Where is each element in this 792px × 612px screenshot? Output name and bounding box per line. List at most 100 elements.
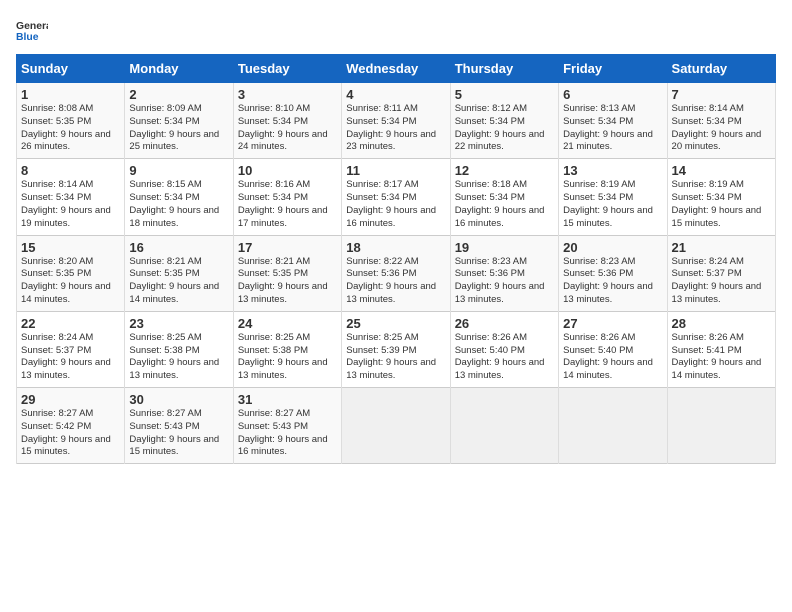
day-info: Sunrise: 8:14 AMSunset: 5:34 PMDaylight:… (21, 179, 111, 228)
day-info: Sunrise: 8:14 AMSunset: 5:34 PMDaylight:… (672, 103, 762, 152)
calendar-day-cell: 22 Sunrise: 8:24 AMSunset: 5:37 PMDaylig… (17, 311, 125, 387)
day-info: Sunrise: 8:11 AMSunset: 5:34 PMDaylight:… (346, 103, 436, 152)
day-info: Sunrise: 8:27 AMSunset: 5:43 PMDaylight:… (129, 408, 219, 457)
day-number: 7 (672, 87, 771, 102)
day-number: 18 (346, 240, 445, 255)
calendar-day-cell: 6 Sunrise: 8:13 AMSunset: 5:34 PMDayligh… (559, 83, 667, 159)
day-info: Sunrise: 8:17 AMSunset: 5:34 PMDaylight:… (346, 179, 436, 228)
calendar-day-cell: 29 Sunrise: 8:27 AMSunset: 5:42 PMDaylig… (17, 388, 125, 464)
day-number: 29 (21, 392, 120, 407)
calendar-day-cell: 8 Sunrise: 8:14 AMSunset: 5:34 PMDayligh… (17, 159, 125, 235)
calendar-day-cell: 2 Sunrise: 8:09 AMSunset: 5:34 PMDayligh… (125, 83, 233, 159)
calendar-day-cell (342, 388, 450, 464)
day-number: 11 (346, 163, 445, 178)
calendar-day-cell: 15 Sunrise: 8:20 AMSunset: 5:35 PMDaylig… (17, 235, 125, 311)
day-number: 2 (129, 87, 228, 102)
day-number: 22 (21, 316, 120, 331)
calendar-day-cell: 30 Sunrise: 8:27 AMSunset: 5:43 PMDaylig… (125, 388, 233, 464)
calendar-day-cell: 10 Sunrise: 8:16 AMSunset: 5:34 PMDaylig… (233, 159, 341, 235)
day-number: 20 (563, 240, 662, 255)
calendar-day-cell: 1 Sunrise: 8:08 AMSunset: 5:35 PMDayligh… (17, 83, 125, 159)
day-number: 1 (21, 87, 120, 102)
day-info: Sunrise: 8:27 AMSunset: 5:43 PMDaylight:… (238, 408, 328, 457)
day-info: Sunrise: 8:15 AMSunset: 5:34 PMDaylight:… (129, 179, 219, 228)
day-info: Sunrise: 8:25 AMSunset: 5:39 PMDaylight:… (346, 332, 436, 381)
day-number: 9 (129, 163, 228, 178)
day-info: Sunrise: 8:20 AMSunset: 5:35 PMDaylight:… (21, 256, 111, 305)
calendar-day-cell: 16 Sunrise: 8:21 AMSunset: 5:35 PMDaylig… (125, 235, 233, 311)
calendar-day-cell (667, 388, 775, 464)
calendar-week-row: 29 Sunrise: 8:27 AMSunset: 5:42 PMDaylig… (17, 388, 776, 464)
calendar-day-cell (559, 388, 667, 464)
day-number: 15 (21, 240, 120, 255)
day-info: Sunrise: 8:19 AMSunset: 5:34 PMDaylight:… (563, 179, 653, 228)
calendar-day-cell: 20 Sunrise: 8:23 AMSunset: 5:36 PMDaylig… (559, 235, 667, 311)
day-number: 13 (563, 163, 662, 178)
day-number: 30 (129, 392, 228, 407)
day-number: 19 (455, 240, 554, 255)
day-number: 8 (21, 163, 120, 178)
calendar-day-cell: 19 Sunrise: 8:23 AMSunset: 5:36 PMDaylig… (450, 235, 558, 311)
calendar-week-row: 22 Sunrise: 8:24 AMSunset: 5:37 PMDaylig… (17, 311, 776, 387)
calendar-day-cell: 12 Sunrise: 8:18 AMSunset: 5:34 PMDaylig… (450, 159, 558, 235)
day-info: Sunrise: 8:10 AMSunset: 5:34 PMDaylight:… (238, 103, 328, 152)
day-info: Sunrise: 8:09 AMSunset: 5:34 PMDaylight:… (129, 103, 219, 152)
day-number: 26 (455, 316, 554, 331)
calendar-day-cell: 9 Sunrise: 8:15 AMSunset: 5:34 PMDayligh… (125, 159, 233, 235)
day-info: Sunrise: 8:19 AMSunset: 5:34 PMDaylight:… (672, 179, 762, 228)
day-number: 17 (238, 240, 337, 255)
calendar-day-cell: 26 Sunrise: 8:26 AMSunset: 5:40 PMDaylig… (450, 311, 558, 387)
day-number: 21 (672, 240, 771, 255)
svg-text:Blue: Blue (16, 32, 39, 43)
calendar-day-cell: 28 Sunrise: 8:26 AMSunset: 5:41 PMDaylig… (667, 311, 775, 387)
weekday-header: Thursday (450, 55, 558, 83)
calendar-week-row: 1 Sunrise: 8:08 AMSunset: 5:35 PMDayligh… (17, 83, 776, 159)
calendar-day-cell: 4 Sunrise: 8:11 AMSunset: 5:34 PMDayligh… (342, 83, 450, 159)
logo: General Blue (16, 16, 52, 44)
day-info: Sunrise: 8:27 AMSunset: 5:42 PMDaylight:… (21, 408, 111, 457)
day-info: Sunrise: 8:21 AMSunset: 5:35 PMDaylight:… (129, 256, 219, 305)
day-info: Sunrise: 8:24 AMSunset: 5:37 PMDaylight:… (672, 256, 762, 305)
day-info: Sunrise: 8:08 AMSunset: 5:35 PMDaylight:… (21, 103, 111, 152)
calendar-week-row: 8 Sunrise: 8:14 AMSunset: 5:34 PMDayligh… (17, 159, 776, 235)
calendar-day-cell: 25 Sunrise: 8:25 AMSunset: 5:39 PMDaylig… (342, 311, 450, 387)
calendar-table: SundayMondayTuesdayWednesdayThursdayFrid… (16, 54, 776, 464)
calendar-day-cell: 21 Sunrise: 8:24 AMSunset: 5:37 PMDaylig… (667, 235, 775, 311)
calendar-week-row: 15 Sunrise: 8:20 AMSunset: 5:35 PMDaylig… (17, 235, 776, 311)
calendar-day-cell: 11 Sunrise: 8:17 AMSunset: 5:34 PMDaylig… (342, 159, 450, 235)
calendar-day-cell: 24 Sunrise: 8:25 AMSunset: 5:38 PMDaylig… (233, 311, 341, 387)
day-number: 16 (129, 240, 228, 255)
day-number: 23 (129, 316, 228, 331)
day-info: Sunrise: 8:12 AMSunset: 5:34 PMDaylight:… (455, 103, 545, 152)
day-info: Sunrise: 8:25 AMSunset: 5:38 PMDaylight:… (129, 332, 219, 381)
day-number: 3 (238, 87, 337, 102)
calendar-day-cell: 31 Sunrise: 8:27 AMSunset: 5:43 PMDaylig… (233, 388, 341, 464)
day-number: 4 (346, 87, 445, 102)
weekday-header: Monday (125, 55, 233, 83)
logo-icon: General Blue (16, 16, 48, 44)
day-info: Sunrise: 8:22 AMSunset: 5:36 PMDaylight:… (346, 256, 436, 305)
day-info: Sunrise: 8:18 AMSunset: 5:34 PMDaylight:… (455, 179, 545, 228)
day-number: 24 (238, 316, 337, 331)
day-number: 25 (346, 316, 445, 331)
day-number: 10 (238, 163, 337, 178)
day-info: Sunrise: 8:16 AMSunset: 5:34 PMDaylight:… (238, 179, 328, 228)
day-info: Sunrise: 8:26 AMSunset: 5:40 PMDaylight:… (455, 332, 545, 381)
calendar-day-cell: 14 Sunrise: 8:19 AMSunset: 5:34 PMDaylig… (667, 159, 775, 235)
day-number: 31 (238, 392, 337, 407)
page-header: General Blue (16, 16, 776, 44)
svg-text:General: General (16, 21, 48, 32)
calendar-day-cell: 23 Sunrise: 8:25 AMSunset: 5:38 PMDaylig… (125, 311, 233, 387)
day-number: 27 (563, 316, 662, 331)
day-info: Sunrise: 8:13 AMSunset: 5:34 PMDaylight:… (563, 103, 653, 152)
day-info: Sunrise: 8:26 AMSunset: 5:40 PMDaylight:… (563, 332, 653, 381)
weekday-header: Friday (559, 55, 667, 83)
weekday-header: Wednesday (342, 55, 450, 83)
weekday-header: Tuesday (233, 55, 341, 83)
day-number: 5 (455, 87, 554, 102)
day-info: Sunrise: 8:23 AMSunset: 5:36 PMDaylight:… (455, 256, 545, 305)
day-number: 12 (455, 163, 554, 178)
day-number: 28 (672, 316, 771, 331)
calendar-header-row: SundayMondayTuesdayWednesdayThursdayFrid… (17, 55, 776, 83)
day-info: Sunrise: 8:21 AMSunset: 5:35 PMDaylight:… (238, 256, 328, 305)
